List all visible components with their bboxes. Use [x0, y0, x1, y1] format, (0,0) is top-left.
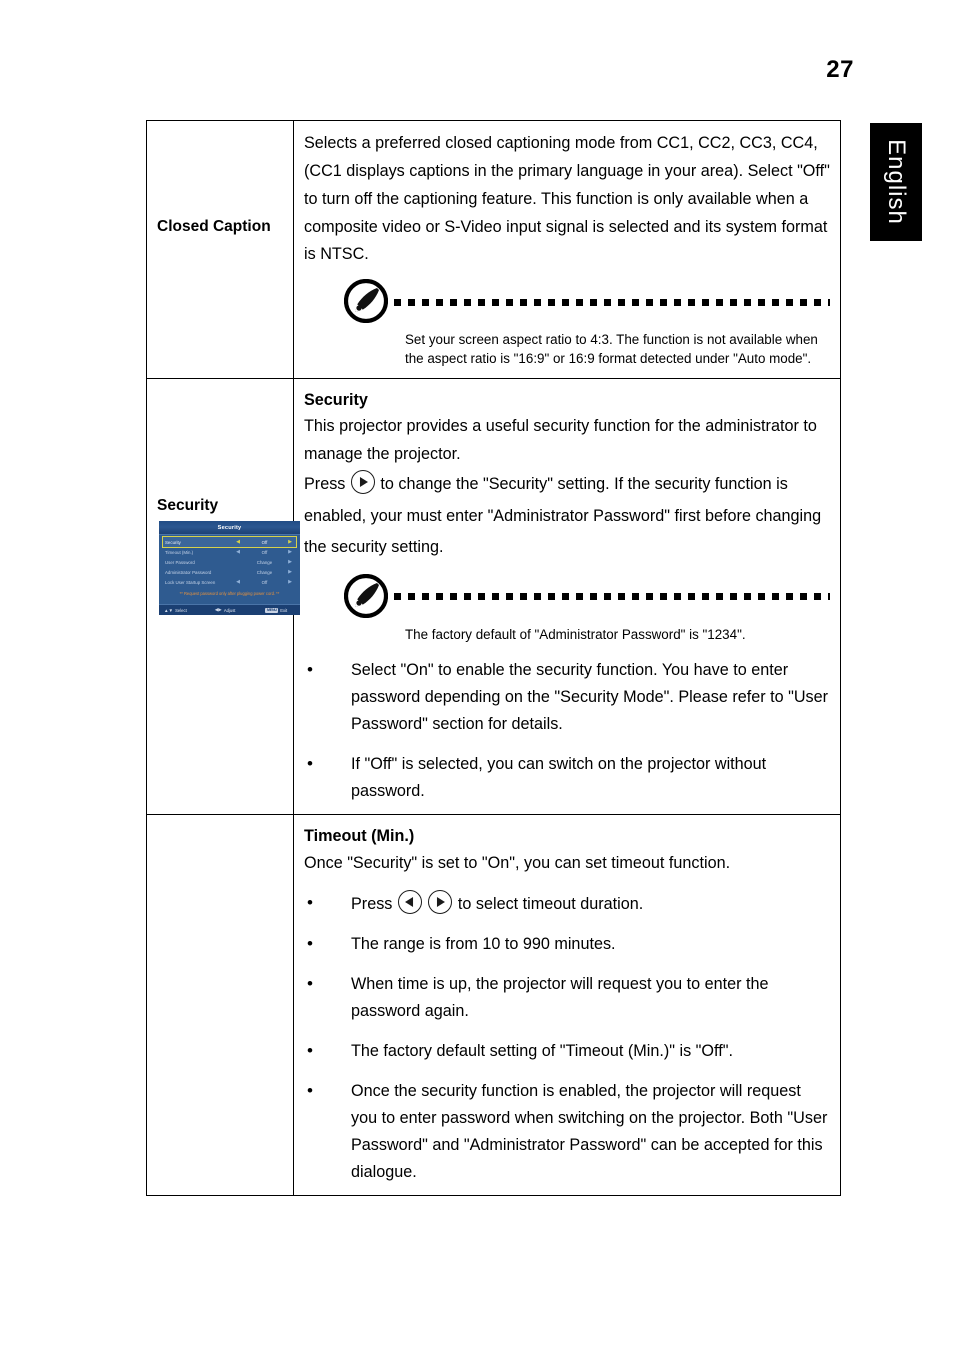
osd-row-value: Off	[261, 539, 268, 545]
list-item: Select "On" to enable the security funct…	[304, 656, 830, 738]
acer-note-pen-icon	[343, 279, 389, 324]
osd-footer-select-label: Select	[175, 607, 187, 613]
osd-left-arrow-icon[interactable]: ◀	[231, 539, 245, 545]
osd-warning-text: ** Request password only after plugging …	[179, 591, 280, 597]
note-block-closed-caption: Set your screen aspect ratio to 4:3. The…	[304, 279, 830, 368]
list-item: Once the security function is enabled, t…	[304, 1077, 830, 1186]
timeout-bullet-list: Press to select timeout duration. The ra…	[304, 889, 830, 1186]
timeout-press-suffix: to select timeout duration.	[457, 895, 644, 914]
security-heading: Security	[304, 391, 368, 410]
osd-right-arrow-icon[interactable]: ▶	[284, 559, 296, 565]
osd-row-label: Security	[165, 539, 181, 545]
note-dotted-divider	[394, 593, 830, 601]
timeout-description: Once "Security" is set to "On", you can …	[304, 853, 731, 872]
osd-footer-adjust: ◀▶ Adjust	[215, 607, 236, 613]
security-press-prefix: Press	[304, 475, 346, 494]
osd-left-arrow-icon[interactable]: ◀	[231, 549, 245, 555]
table-row: Timeout (Min.) Once "Security" is set to…	[146, 814, 841, 1197]
security-description: This projector provides a useful securit…	[304, 417, 817, 464]
osd-row-label: Administrator Password	[165, 569, 212, 575]
osd-row-user-password[interactable]: User Password Change ▶	[163, 557, 296, 567]
row-label-security: Security	[157, 497, 219, 515]
list-item: When time is up, the projector will requ…	[304, 970, 830, 1025]
osd-right-arrow-icon[interactable]: ▶	[284, 569, 296, 575]
right-arrow-key-icon[interactable]	[350, 470, 375, 495]
osd-right-arrow-icon[interactable]: ▶	[284, 549, 296, 555]
acer-note-pen-icon	[343, 573, 389, 619]
osd-row-label: Lock User Startup Screen	[165, 579, 216, 585]
list-item: The factory default setting of "Timeout …	[304, 1037, 830, 1065]
osd-footer-bar: ▲▼ Select ◀▶ Adjust MENU Exit	[159, 604, 300, 616]
settings-description-table: Closed Caption Selects a preferred close…	[146, 119, 841, 1197]
osd-right-arrow-icon[interactable]: ▶	[284, 539, 296, 545]
osd-left-arrow-icon[interactable]: ◀	[231, 579, 245, 585]
menu-key-badge: MENU	[265, 607, 279, 613]
page-number: 27	[826, 56, 854, 83]
osd-row-timeout[interactable]: Timeout (Min.) ◀ Off ▶	[163, 547, 296, 557]
osd-footer-select: ▲▼ Select	[164, 608, 187, 613]
osd-row-list: Security ◀ Off ▶ Timeout (Min.) ◀ Off ▶	[159, 535, 300, 596]
row-label-closed-caption: Closed Caption	[157, 218, 271, 235]
security-press-instruction: Press to change the "Security" setting. …	[304, 469, 830, 564]
osd-row-value: Off	[261, 549, 268, 555]
timeout-press-prefix: Press	[351, 895, 393, 914]
timeout-heading: Timeout (Min.)	[304, 827, 415, 846]
osd-footer-adjust-label: Adjust	[223, 607, 236, 613]
security-press-suffix: to change the "Security" setting. If the…	[304, 475, 822, 557]
left-arrow-key-icon[interactable]	[397, 890, 422, 915]
osd-footer-exit-label: Exit	[280, 607, 288, 613]
table-row: Security Security Security ◀ Off ▶ Timeo…	[146, 378, 841, 816]
up-down-arrows-icon: ▲▼	[164, 607, 174, 613]
osd-row-label: User Password	[165, 559, 195, 565]
osd-row-value: Change	[256, 569, 273, 575]
osd-row-value: Change	[256, 559, 273, 565]
list-item-press-keys: Press to select timeout duration.	[304, 889, 830, 918]
language-side-tab-label: English	[883, 139, 910, 225]
osd-row-value: Off	[261, 579, 268, 585]
closed-caption-description: Selects a preferred closed captioning mo…	[304, 134, 830, 264]
row-body-cell-security: Security This projector provides a usefu…	[293, 378, 841, 816]
note-dotted-divider	[394, 298, 830, 306]
note-text-security: The factory default of "Administrator Pa…	[405, 626, 746, 642]
row-label-cell-closed-caption: Closed Caption	[146, 119, 294, 380]
security-bullet-list: Select "On" to enable the security funct…	[304, 656, 830, 805]
table-row: Closed Caption Selects a preferred close…	[146, 119, 841, 380]
osd-row-label: Timeout (Min.)	[165, 549, 194, 555]
note-text-closed-caption: Set your screen aspect ratio to 4:3. The…	[405, 332, 818, 367]
osd-row-lock-user-startup-screen[interactable]: Lock User Startup Screen ◀ Off ▶	[163, 577, 296, 587]
osd-footer-exit: MENU Exit	[265, 607, 288, 613]
left-right-arrows-icon: ◀▶	[214, 607, 222, 613]
right-arrow-key-icon[interactable]	[428, 890, 453, 915]
osd-security-menu-screenshot: Security Security ◀ Off ▶ Timeout (Min.)…	[159, 521, 300, 616]
row-label-cell-timeout	[146, 814, 294, 1197]
row-body-cell-closed-caption: Selects a preferred closed captioning mo…	[293, 119, 841, 380]
list-item: If "Off" is selected, you can switch on …	[304, 750, 830, 805]
osd-row-security[interactable]: Security ◀ Off ▶	[162, 536, 297, 549]
row-label-cell-security: Security Security Security ◀ Off ▶ Timeo…	[146, 378, 300, 816]
language-side-tab: English	[870, 123, 922, 241]
row-body-cell-timeout: Timeout (Min.) Once "Security" is set to…	[293, 814, 841, 1197]
osd-row-administrator-password[interactable]: Administrator Password Change ▶	[163, 567, 296, 577]
osd-title-bar: Security	[159, 521, 300, 536]
note-block-security: The factory default of "Administrator Pa…	[304, 573, 830, 644]
list-item: The range is from 10 to 990 minutes.	[304, 930, 830, 958]
osd-right-arrow-icon[interactable]: ▶	[284, 579, 296, 585]
